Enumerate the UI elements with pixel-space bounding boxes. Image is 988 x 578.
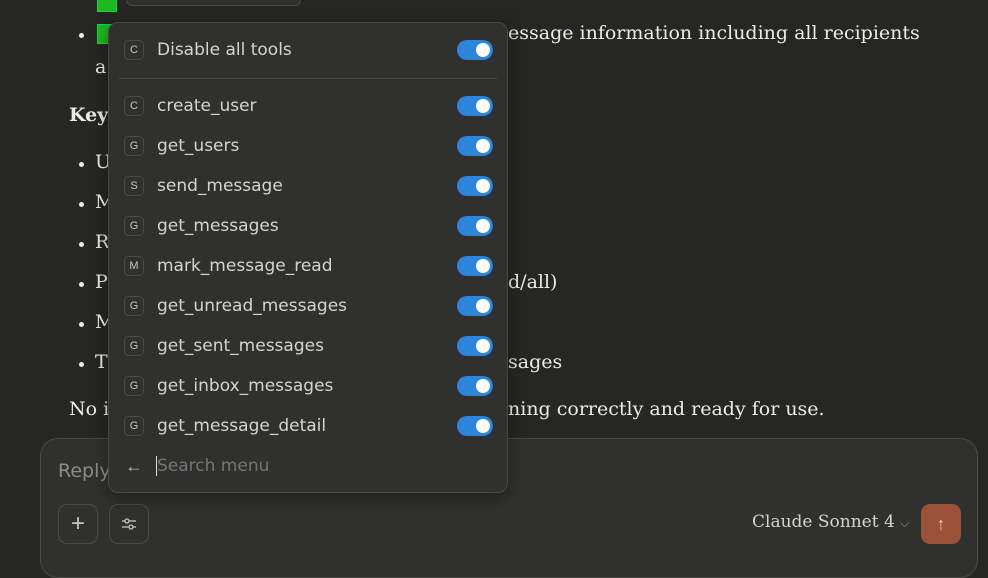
tool-row[interactable]: C create_user [109,88,507,124]
tool-label: get_users [157,136,240,156]
bullet [79,202,84,207]
arrow-up-icon: ↑ [936,513,946,534]
tool-toggle[interactable] [457,256,493,276]
bullet [79,282,84,287]
arrow-left-icon[interactable]: ← [125,456,143,477]
inline-code [126,0,301,6]
tool-row[interactable]: G get_users [109,128,507,164]
chevron-down-icon: ⌵ [900,516,910,530]
tool-toggle[interactable] [457,296,493,316]
tool-row[interactable]: M mark_message_read [109,248,507,284]
tool-badge: C [124,40,144,60]
bullet [79,322,84,327]
tool-label: get_message_detail [157,416,327,436]
tool-badge: G [124,416,144,436]
bullet-text-right: sages [508,351,563,373]
text-line: essage information including all recipie… [508,22,920,44]
model-name: Claude Sonnet 4 [752,512,895,532]
tool-badge: M [124,256,144,276]
tool-label: get_inbox_messages [157,376,334,396]
tool-toggle[interactable] [457,376,493,396]
tool-row[interactable]: G get_message_detail [109,408,507,444]
tool-badge: S [124,176,144,196]
tools-menu: C Disable all tools C create_user G get_… [108,22,508,493]
tool-badge: G [124,216,144,236]
send-button[interactable]: ↑ [921,504,961,544]
bullet [79,242,84,247]
search-menu-input[interactable] [156,456,456,476]
model-selector[interactable]: Claude Sonnet 4 ⌵ [752,512,909,532]
bullet [79,362,84,367]
disable-all-tools-row[interactable]: C Disable all tools [109,32,507,68]
tool-row[interactable]: G get_sent_messages [109,328,507,364]
tool-badge: G [124,136,144,156]
tool-row[interactable]: G get_messages [109,208,507,244]
tool-row[interactable]: G get_inbox_messages [109,368,507,404]
bullet [79,33,84,38]
tool-label: mark_message_read [157,256,333,276]
text-line: a [95,56,107,78]
tool-label: create_user [157,96,257,116]
bullet-text: T [95,351,108,373]
tool-toggle[interactable] [457,96,493,116]
tool-label: get_messages [157,216,279,236]
tool-toggle[interactable] [457,336,493,356]
tool-toggle[interactable] [457,136,493,156]
text-line: ning correctly and ready for use. [508,398,825,420]
tool-label: send_message [157,176,283,196]
disable-all-toggle[interactable] [457,40,493,60]
tool-toggle[interactable] [457,176,493,196]
tool-label: get_unread_messages [157,296,348,316]
search-row: ← [109,448,507,484]
bullet-text-right: d/all) [508,271,558,293]
reply-input[interactable]: Reply [58,460,111,482]
tool-row[interactable]: S send_message [109,168,507,204]
divider [119,78,497,79]
bullet-text: P [95,271,108,293]
tool-row[interactable]: G get_unread_messages [109,288,507,324]
disable-all-label: Disable all tools [157,40,292,60]
section-heading: Key [69,104,109,126]
tool-badge: G [124,376,144,396]
tool-badge: G [124,296,144,316]
sliders-icon[interactable] [109,504,149,544]
checkmark-icon [97,0,117,12]
bullet [79,162,84,167]
tool-badge: G [124,336,144,356]
tool-toggle[interactable] [457,416,493,436]
tool-label: get_sent_messages [157,336,324,356]
tool-toggle[interactable] [457,216,493,236]
tool-badge: C [124,96,144,116]
plus-icon[interactable]: + [58,504,98,544]
